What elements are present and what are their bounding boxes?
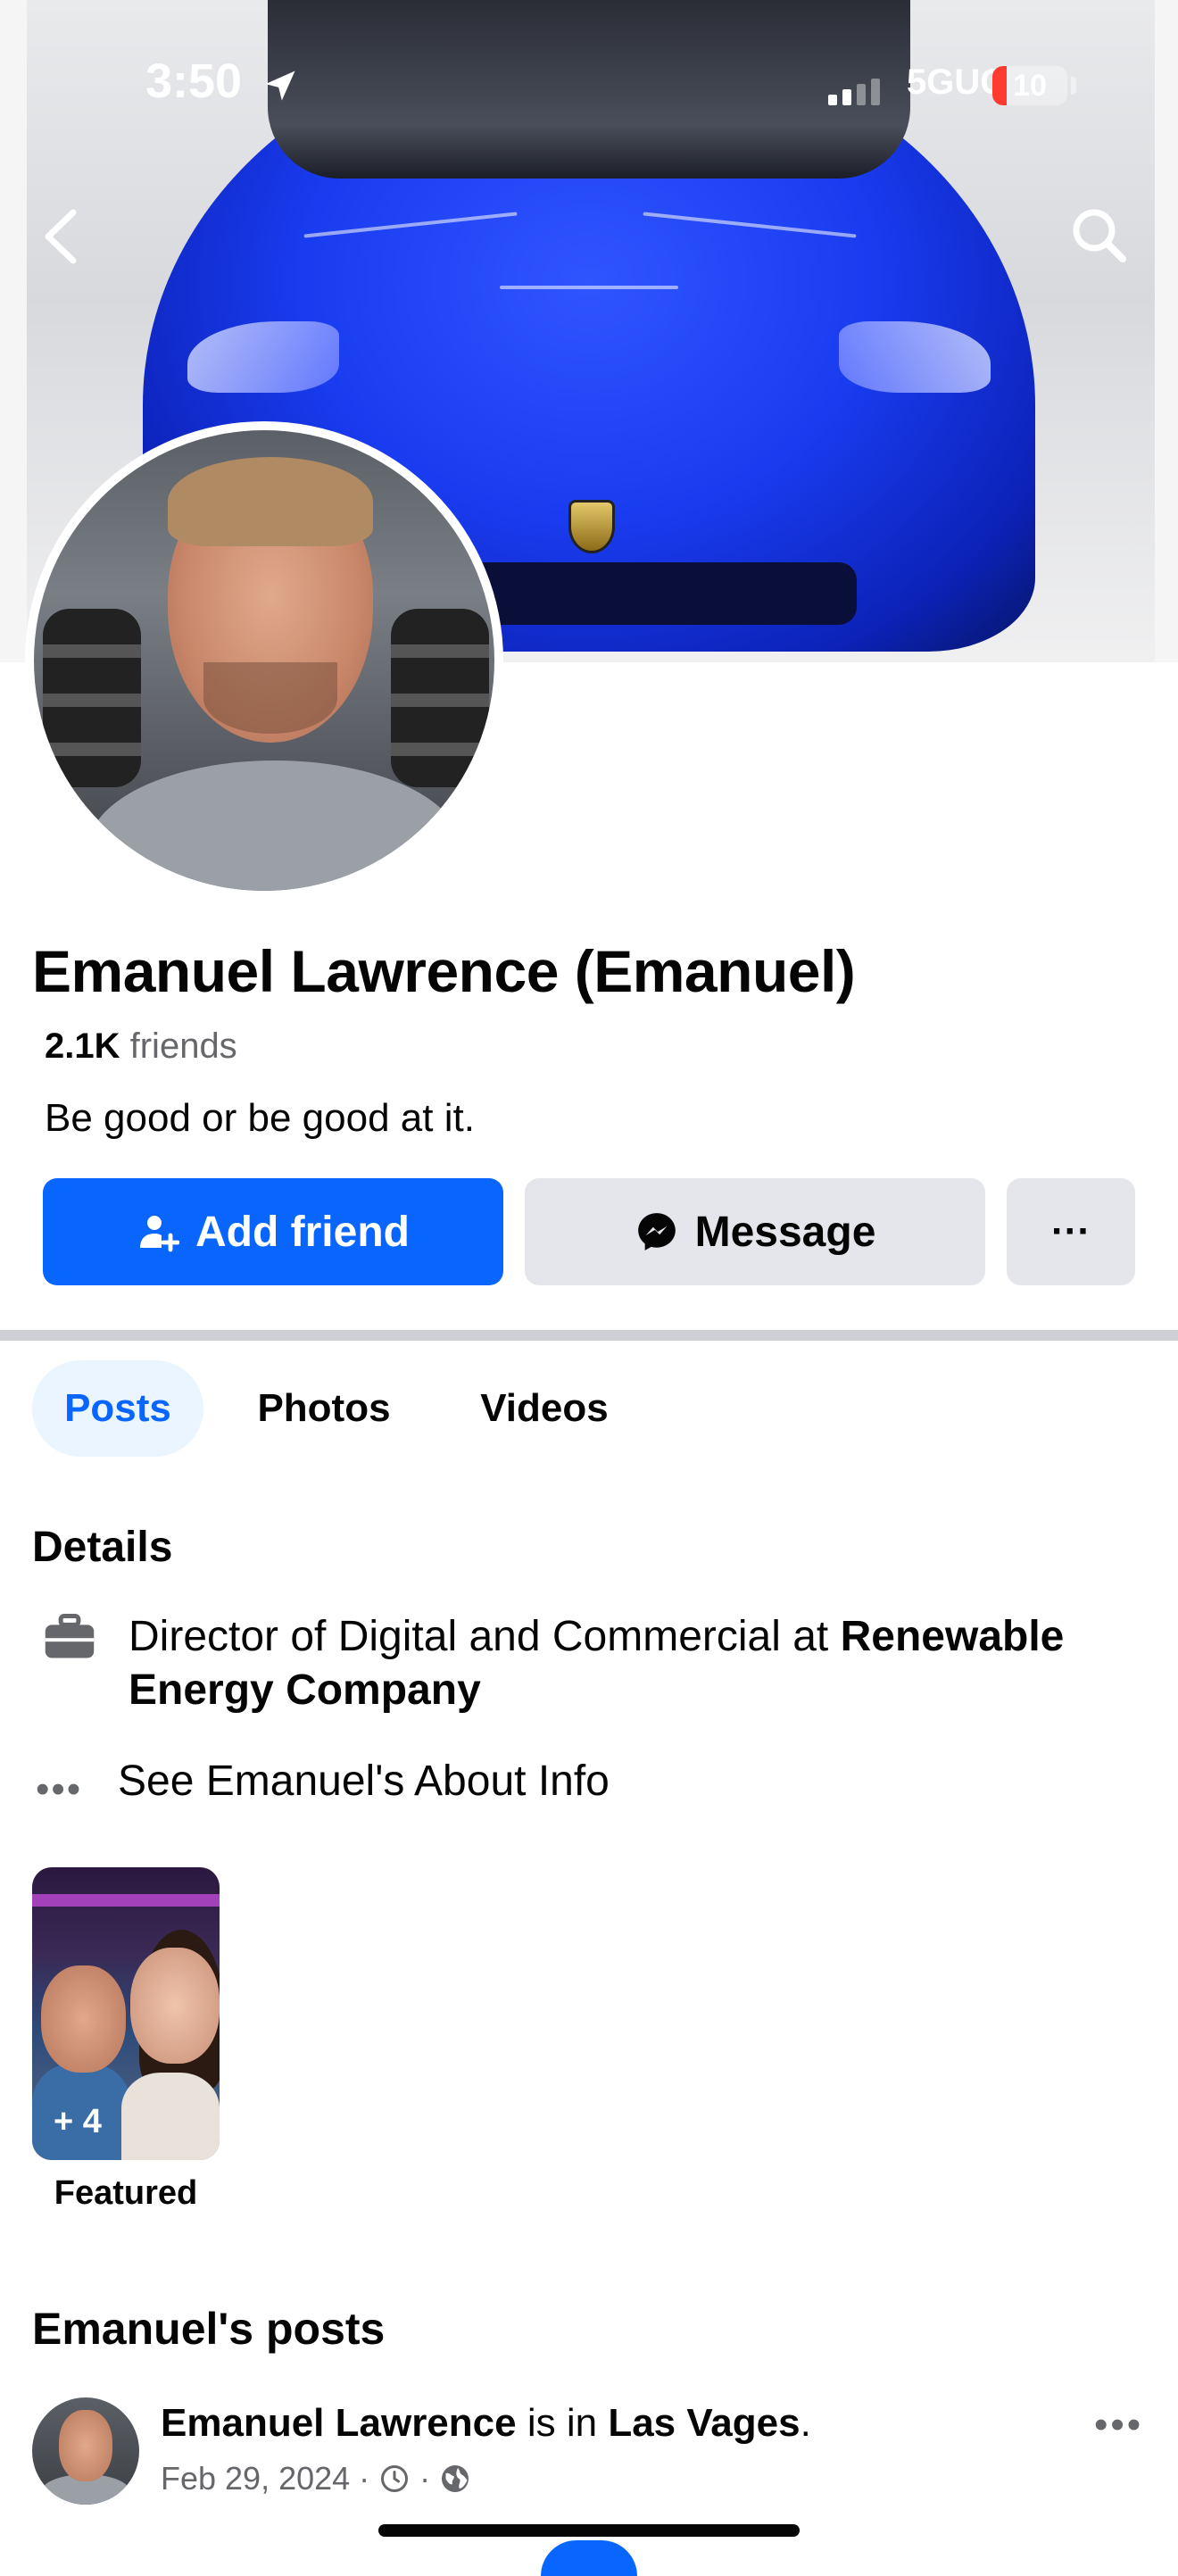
post-avatar-face — [59, 2410, 112, 2481]
tab-posts[interactable]: Posts — [32, 1360, 203, 1457]
home-indicator[interactable] — [378, 2524, 800, 2537]
tab-videos[interactable]: Videos — [464, 1360, 625, 1457]
floating-action-peek[interactable] — [541, 2540, 637, 2576]
message-button[interactable]: Message — [525, 1178, 985, 1285]
meta-separator: · — [419, 2460, 431, 2497]
add-friend-button[interactable]: Add friend — [43, 1178, 503, 1285]
network-type: 5GUC — [907, 62, 1007, 102]
location-arrow-icon — [265, 71, 295, 101]
battery-percent: 10 — [1013, 69, 1047, 103]
section-divider — [0, 1330, 1178, 1341]
more-dots-icon: ••• — [36, 1767, 83, 1811]
friends-count[interactable]: 2.1K friends — [45, 1026, 237, 1067]
friends-number: 2.1K — [45, 1026, 120, 1066]
post-location[interactable]: Las Vages — [608, 2401, 800, 2445]
add-friend-label: Add friend — [195, 1208, 410, 1256]
cover-windshield — [268, 0, 910, 179]
tab-photos[interactable]: Photos — [239, 1360, 409, 1457]
cover-car-badge — [568, 500, 615, 553]
post-more-options-icon[interactable]: ••• — [1094, 2403, 1143, 2447]
featured-label: Featured — [54, 2174, 198, 2212]
cover-edge — [0, 0, 27, 662]
search-icon[interactable] — [1067, 204, 1130, 266]
post-meta: Feb 29, 2024 · · — [161, 2460, 471, 2497]
chevron-left-icon[interactable] — [36, 205, 89, 268]
work-title: Director of Digital and Commercial at — [129, 1613, 841, 1660]
friends-label: friends — [129, 1026, 237, 1066]
featured-photo-person — [121, 2073, 220, 2160]
see-about-info-link[interactable]: See Emanuel's About Info — [118, 1757, 610, 1806]
globe-icon — [442, 2465, 469, 2492]
cover-reflection — [500, 286, 678, 289]
post-header-end: . — [800, 2401, 811, 2445]
more-options-button[interactable]: ··· — [1007, 1178, 1135, 1285]
add-person-icon — [140, 1216, 179, 1252]
clock-icon — [381, 2465, 409, 2492]
battery-tip — [1071, 77, 1076, 95]
post-author-name[interactable]: Emanuel Lawrence — [161, 2401, 517, 2445]
avatar-beard — [203, 662, 337, 734]
details-heading: Details — [32, 1524, 173, 1571]
featured-count-badge: + 4 — [54, 2103, 102, 2140]
post-header: Emanuel Lawrence is in Las Vages. — [161, 2401, 811, 2446]
messenger-icon — [637, 1213, 676, 1251]
avatar-hair — [168, 457, 373, 546]
message-label: Message — [694, 1208, 876, 1256]
featured-photo-face — [130, 1948, 220, 2064]
cellular-signal-icon — [828, 79, 880, 105]
post-date[interactable]: Feb 29, 2024 — [161, 2460, 350, 2497]
status-time: 3:50 — [145, 54, 243, 108]
profile-bio: Be good or be good at it. — [45, 1096, 475, 1140]
post-header-text: is in — [516, 2401, 609, 2445]
avatar-background-weights — [43, 609, 141, 787]
post-author-avatar[interactable] — [32, 2397, 139, 2505]
briefcase-icon — [45, 1614, 95, 1658]
meta-separator: · — [359, 2460, 370, 2497]
cover-edge — [1155, 0, 1178, 662]
featured-photo-face — [41, 1965, 126, 2073]
work-detail: Director of Digital and Commercial at Re… — [129, 1610, 1146, 1717]
avatar-background-weights — [391, 609, 489, 787]
profile-avatar[interactable] — [34, 430, 494, 891]
more-options-icon: ··· — [1051, 1209, 1091, 1253]
posts-heading: Emanuel's posts — [32, 2304, 386, 2354]
featured-photo-light — [32, 1894, 220, 1907]
profile-name: Emanuel Lawrence (Emanuel) — [32, 938, 856, 1004]
